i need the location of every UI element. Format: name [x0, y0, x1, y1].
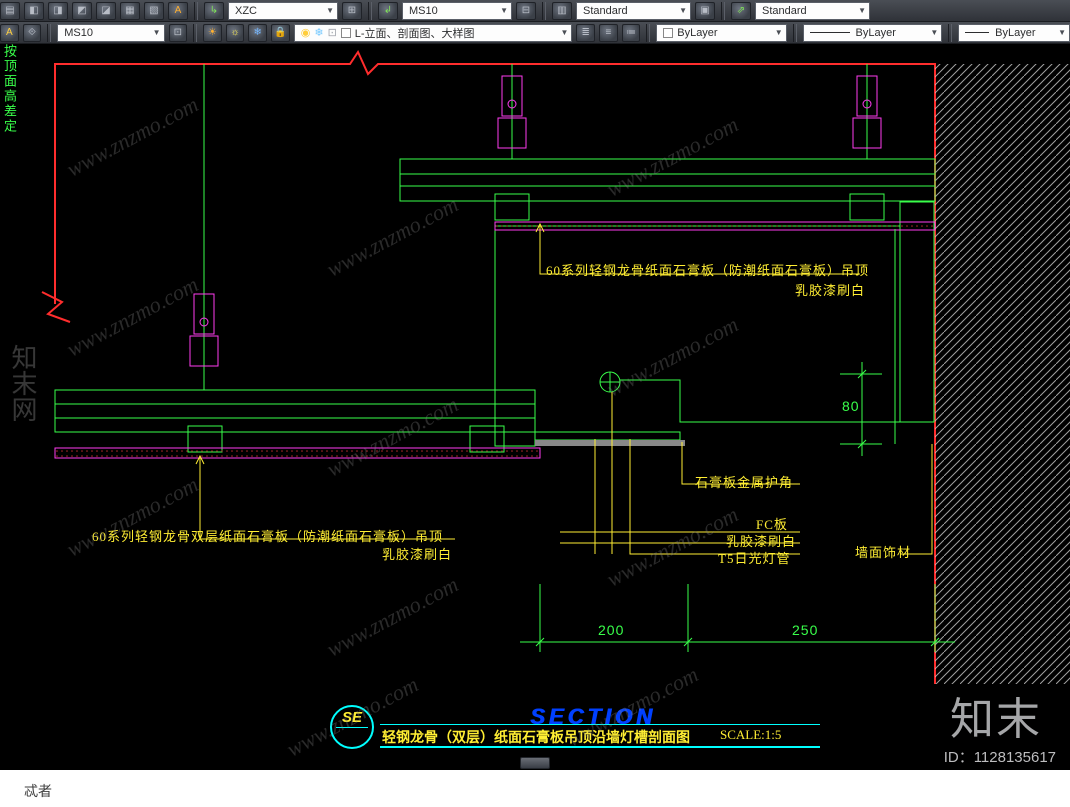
textstyle-dropdown[interactable]: MS10 ▼ — [57, 24, 164, 42]
btn-f2[interactable]: ≡ — [599, 24, 618, 42]
btn-tstyle-icon[interactable]: A — [0, 24, 19, 42]
note-t5: T5日光灯管 — [718, 548, 790, 567]
btn-mleader-icon[interactable]: ↲ — [378, 2, 398, 20]
dimstyle-value: XZC — [235, 5, 257, 17]
sep — [721, 2, 725, 20]
btn-a1[interactable]: ▤ — [0, 2, 20, 20]
btn-freeze-icon[interactable]: ❄ — [248, 24, 267, 42]
lock-icon: ⊡ — [328, 26, 337, 39]
mleader-dropdown[interactable]: MS10 ▼ — [402, 2, 512, 20]
title-rule-bottom — [380, 746, 820, 748]
layer-color-swatch — [341, 28, 351, 38]
corner-text: 忒者 — [24, 781, 52, 801]
section-name: 轻钢龙骨（双层）纸面石膏板吊顶沿墙灯槽剖面图 — [382, 727, 690, 747]
mleader-value: MS10 — [409, 5, 438, 17]
chevron-down-icon: ▼ — [775, 28, 783, 37]
lw-preview — [965, 32, 989, 33]
color-dropdown[interactable]: ByLayer ▼ — [656, 24, 786, 42]
sep — [646, 24, 650, 42]
btn-a2[interactable]: ◧ — [24, 2, 44, 20]
horizontal-scroll-grip[interactable] — [520, 757, 550, 769]
cad-drawing — [0, 44, 1070, 770]
sep — [194, 2, 198, 20]
chevron-down-icon: ▼ — [153, 28, 161, 37]
btn-tblstyle-icon[interactable]: ▥ — [552, 2, 572, 20]
dim-200: 200 — [598, 622, 624, 638]
watermark-cn: 知末网 — [4, 344, 41, 422]
ltype-value: ByLayer — [856, 27, 896, 39]
std-value: Standard — [762, 5, 807, 17]
btn-c1[interactable]: ⊟ — [516, 2, 536, 20]
btn-a4[interactable]: ◩ — [72, 2, 92, 20]
sep — [193, 24, 197, 42]
sep — [368, 2, 372, 20]
sep — [793, 24, 797, 42]
site-logo-text: 知末 — [950, 683, 1042, 747]
dimstyle-dropdown[interactable]: XZC ▼ — [228, 2, 338, 20]
lw-value: ByLayer — [995, 27, 1035, 39]
note-upper-right-1: 60系列轻钢龙骨纸面石膏板（防潮纸面石膏板）吊顶 — [546, 260, 869, 279]
note-wall-finish: 墙面饰材 — [855, 542, 911, 561]
chevron-down-icon: ▼ — [930, 28, 938, 37]
btn-a8[interactable]: A — [168, 2, 188, 20]
bulb-icon: ◉ — [301, 26, 311, 39]
btn-b1[interactable]: ⊞ — [342, 2, 362, 20]
dim-80: 80 — [842, 398, 860, 414]
btn-a5[interactable]: ◪ — [96, 2, 116, 20]
chevron-down-icon: ▼ — [1058, 28, 1066, 37]
sep — [47, 24, 51, 42]
dim-250: 250 — [792, 622, 818, 638]
chevron-down-icon: ▼ — [858, 6, 866, 15]
toolbar-row-1: ▤ ◧ ◨ ◩ ◪ ▦ ▧ A ↳ XZC ▼ ⊞ ↲ MS10 ▼ ⊟ ▥ S… — [0, 0, 1070, 22]
layer-dropdown[interactable]: ◉ ❄ ⊡ L-立面、剖面图、大样图 ▼ — [294, 24, 573, 42]
lineweight-dropdown[interactable]: ByLayer ▼ — [958, 24, 1070, 42]
note-left-1: 60系列轻钢龙骨双层纸面石膏板（防潮纸面石膏板）吊顶 — [92, 526, 443, 545]
btn-std-icon[interactable]: ⇗ — [731, 2, 751, 20]
note-upper-right-2: 乳胶漆刷白 — [795, 280, 865, 299]
btn-d1[interactable]: ▣ — [695, 2, 715, 20]
color-swatch — [663, 28, 673, 38]
btn-a6[interactable]: ▦ — [120, 2, 140, 20]
std-dropdown[interactable]: Standard ▼ — [755, 2, 870, 20]
note-metal-corner: 石膏板金属护角 — [695, 472, 793, 491]
asset-id: ID：1128135617 — [944, 746, 1056, 767]
btn-layeriso-icon[interactable]: ≣ — [576, 24, 595, 42]
chevron-down-icon: ▼ — [560, 28, 568, 37]
section-title-block: SE SECTION 轻钢龙骨（双层）纸面石膏板吊顶沿墙灯槽剖面图 SCALE:… — [330, 690, 850, 750]
tablestyle-value: Standard — [583, 5, 628, 17]
note-left-2: 乳胶漆刷白 — [382, 544, 452, 563]
btn-layerprop-icon[interactable]: ☀ — [203, 24, 222, 42]
drawing-canvas[interactable]: 60系列轻钢龙骨纸面石膏板（防潮纸面石膏板）吊顶 乳胶漆刷白 按顶面高差定 石膏… — [0, 44, 1070, 770]
btn-sun-icon[interactable]: ☼ — [226, 24, 245, 42]
btn-lock-icon[interactable]: 🔒 — [271, 24, 290, 42]
layer-name: L-立面、剖面图、大样图 — [355, 25, 475, 41]
tablestyle-dropdown[interactable]: Standard ▼ — [576, 2, 691, 20]
sep — [542, 2, 546, 20]
btn-e1[interactable]: ⊡ — [169, 24, 188, 42]
btn-a7[interactable]: ▧ — [144, 2, 164, 20]
btn-f3[interactable]: ≔ — [622, 24, 641, 42]
ltype-preview — [810, 32, 850, 33]
linetype-dropdown[interactable]: ByLayer ▼ — [803, 24, 943, 42]
section-scale: SCALE:1:5 — [720, 727, 781, 743]
page-bottom-strip: 忒者 — [0, 770, 1070, 807]
toolbar-row-2: A ⟐ MS10 ▼ ⊡ ☀ ☼ ❄ 🔒 ◉ ❄ ⊡ L-立面、剖面图、大样图 … — [0, 22, 1070, 44]
freeze-icon: ❄ — [314, 26, 323, 39]
textstyle-value: MS10 — [64, 27, 93, 39]
sep — [948, 24, 952, 42]
btn-dimstyle-icon[interactable]: ↳ — [204, 2, 224, 20]
section-tag-text: SE — [342, 709, 362, 726]
chevron-down-icon: ▼ — [326, 6, 334, 15]
section-tag-circle: SE — [330, 705, 374, 749]
chevron-down-icon: ▼ — [679, 6, 687, 15]
btn-tstyle2-icon[interactable]: ⟐ — [23, 24, 42, 42]
color-value: ByLayer — [677, 27, 717, 39]
cad-app-frame: ▤ ◧ ◨ ◩ ◪ ▦ ▧ A ↳ XZC ▼ ⊞ ↲ MS10 ▼ ⊟ ▥ S… — [0, 0, 1070, 770]
chevron-down-icon: ▼ — [500, 6, 508, 15]
btn-a3[interactable]: ◨ — [48, 2, 68, 20]
